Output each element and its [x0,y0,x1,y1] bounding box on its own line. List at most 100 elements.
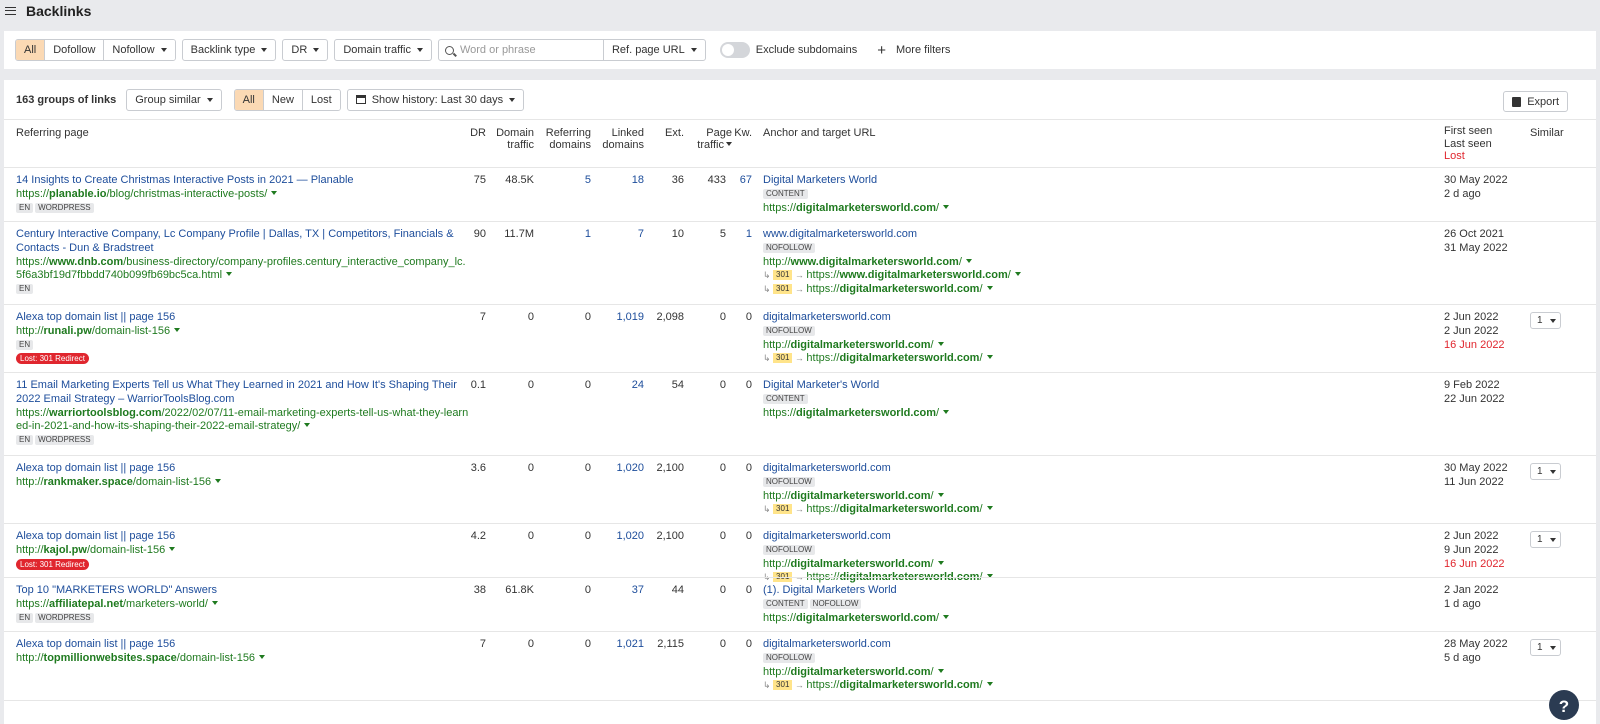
target-url[interactable]: http://www.digitalmarketersworld.com/ [763,256,1021,270]
col-referring-page[interactable]: Referring page [16,127,89,139]
col-anchor[interactable]: Anchor and target URL [763,127,876,139]
anchor-text[interactable]: www.digitalmarketersworld.com [763,228,1021,242]
chevron-down-icon[interactable] [943,409,950,414]
chevron-down-icon[interactable] [937,492,944,497]
similar-dropdown[interactable]: 1 [1530,312,1561,329]
chevron-down-icon[interactable] [943,204,950,209]
dr-dropdown[interactable]: DR [282,39,329,61]
chevron-down-icon[interactable] [304,423,311,428]
linked-domains-value[interactable]: 18 [599,174,644,188]
redirect-url[interactable]: ↳ 301 → https://digitalmarketersworld.co… [763,679,993,693]
target-url[interactable]: http://digitalmarketersworld.com/ [763,558,993,572]
status-all[interactable]: All [234,89,264,110]
referring-page-title[interactable]: 2022 Email Strategy – WarriorToolsBlog.c… [16,393,468,407]
filter-nofollow[interactable]: Nofollow [104,40,175,60]
col-kw[interactable]: Kw. [732,127,752,139]
referring-page-title[interactable]: 11 Email Marketing Experts Tell us What … [16,379,468,393]
more-filters-button[interactable]: More filters [896,44,950,56]
redirect-url[interactable]: ↳ 301 → https://www.digitalmarketersworl… [763,269,1021,283]
status-new[interactable]: New [263,89,303,110]
referring-page-title[interactable]: Alexa top domain list || page 156 [16,462,221,476]
chevron-down-icon[interactable] [937,668,944,673]
exclude-subdomains-toggle[interactable] [719,42,750,58]
history-dropdown[interactable]: Show history: Last 30 days [346,88,525,111]
col-ext[interactable]: Ext. [654,127,684,139]
chevron-down-icon[interactable] [943,614,950,619]
anchor-text[interactable]: digitalmarketersworld.com [763,311,993,325]
referring-domains-value[interactable]: 1 [539,228,591,242]
linked-domains-value[interactable]: 37 [599,584,644,598]
referring-page-url[interactable]: https://warriortoolsblog.com/2022/02/07/… [16,407,468,421]
col-referring-domains[interactable]: Referring domains [539,127,591,151]
chevron-down-icon[interactable] [986,506,993,511]
target-url[interactable]: http://digitalmarketersworld.com/ [763,339,993,353]
anchor-text[interactable]: Digital Marketer's World [763,379,949,393]
filter-dofollow[interactable]: Dofollow [45,40,105,60]
similar-dropdown[interactable]: 1 [1530,463,1561,480]
status-lost[interactable]: Lost [302,89,340,110]
keywords-value[interactable]: 1 [730,228,752,242]
similar-dropdown[interactable]: 1 [1530,531,1561,548]
referring-page-url[interactable]: http://kajol.pw/domain-list-156 [16,544,176,558]
referring-page-title[interactable]: Century Interactive Company, Lc Company … [16,228,466,242]
search-input[interactable]: Word or phrase [439,40,604,60]
col-similar[interactable]: Similar [1530,127,1564,139]
keywords-value[interactable]: 67 [730,174,752,188]
redirect-url[interactable]: ↳ 301 → https://digitalmarketersworld.co… [763,283,1021,297]
referring-page-url[interactable]: http://runali.pw/domain-list-156 [16,325,181,339]
referring-page-title[interactable]: Contacts - Dun & Bradstreet [16,242,466,256]
redirect-url[interactable]: ↳ 301 → https://digitalmarketersworld.co… [763,503,993,517]
linked-domains-value[interactable]: 1,019 [599,311,644,325]
referring-page-url[interactable]: https://planable.io/blog/christmas-inter… [16,188,354,202]
referring-page-url[interactable]: http://topmillionwebsites.space/domain-l… [16,652,266,666]
referring-page-title[interactable]: Alexa top domain list || page 156 [16,530,175,544]
chevron-down-icon[interactable] [259,654,266,659]
chevron-down-icon[interactable] [211,600,218,605]
col-dr[interactable]: DR [464,127,486,139]
domain-traffic-dropdown[interactable]: Domain traffic [334,39,432,61]
referring-page-title[interactable]: Top 10 "MARKETERS WORLD" Answers [16,584,218,598]
chevron-down-icon[interactable] [226,272,233,277]
referring-page-url[interactable]: https://www.dnb.com/business-directory/c… [16,256,466,270]
similar-dropdown[interactable]: 1 [1530,639,1561,656]
target-url[interactable]: https://digitalmarketersworld.com/ [763,612,950,626]
chevron-down-icon[interactable] [271,190,278,195]
anchor-text[interactable]: digitalmarketersworld.com [763,638,993,652]
target-url[interactable]: http://digitalmarketersworld.com/ [763,490,993,504]
referring-page-url[interactable]: ed-in-2021-and-how-its-shaping-their-202… [16,420,468,434]
filter-all[interactable]: All [16,40,46,60]
referring-page-title[interactable]: 14 Insights to Create Christmas Interact… [16,174,354,188]
linked-domains-value[interactable]: 1,020 [599,462,644,476]
chevron-down-icon[interactable] [215,478,222,483]
anchor-text[interactable]: Digital Marketers World [763,174,949,188]
chevron-down-icon[interactable] [169,546,176,551]
help-button[interactable]: ? [1549,690,1579,720]
chevron-down-icon[interactable] [986,682,993,687]
col-page-traffic[interactable]: Page traffic [690,127,732,151]
referring-page-url[interactable]: 5f6a3bf19d7fbbdd740b099fb69bc5ca.html [16,269,466,283]
redirect-url[interactable]: ↳ 301 → https://digitalmarketersworld.co… [763,352,993,366]
referring-page-url[interactable]: http://rankmaker.space/domain-list-156 [16,476,222,490]
referring-page-title[interactable]: Alexa top domain list || page 156 [16,311,180,325]
chevron-down-icon[interactable] [986,355,993,360]
linked-domains-value[interactable]: 24 [599,379,644,393]
col-domain-traffic[interactable]: Domain traffic [484,127,534,151]
chevron-down-icon[interactable] [986,286,993,291]
plus-icon[interactable]: + [877,42,886,59]
backlink-type-dropdown[interactable]: Backlink type [181,39,277,61]
group-similar-dropdown[interactable]: Group similar [126,88,222,111]
col-dates[interactable]: First seen Last seen Lost [1444,125,1492,163]
linked-domains-value[interactable]: 7 [599,228,644,242]
referring-page-title[interactable]: Alexa top domain list || page 156 [16,638,265,652]
search-scope-dropdown[interactable]: Ref. page URL [604,40,705,60]
col-linked-domains[interactable]: Linked domains [599,127,644,151]
chevron-down-icon[interactable] [1014,272,1021,277]
referring-page-url[interactable]: https://affiliatepal.net/marketers-world… [16,598,218,612]
export-button[interactable]: Export [1503,91,1568,112]
anchor-text[interactable]: digitalmarketersworld.com [763,530,993,544]
target-url[interactable]: http://digitalmarketersworld.com/ [763,666,993,680]
chevron-down-icon[interactable] [965,258,972,263]
anchor-text[interactable]: digitalmarketersworld.com [763,462,993,476]
target-url[interactable]: https://digitalmarketersworld.com/ [763,202,950,216]
linked-domains-value[interactable]: 1,020 [599,530,644,544]
